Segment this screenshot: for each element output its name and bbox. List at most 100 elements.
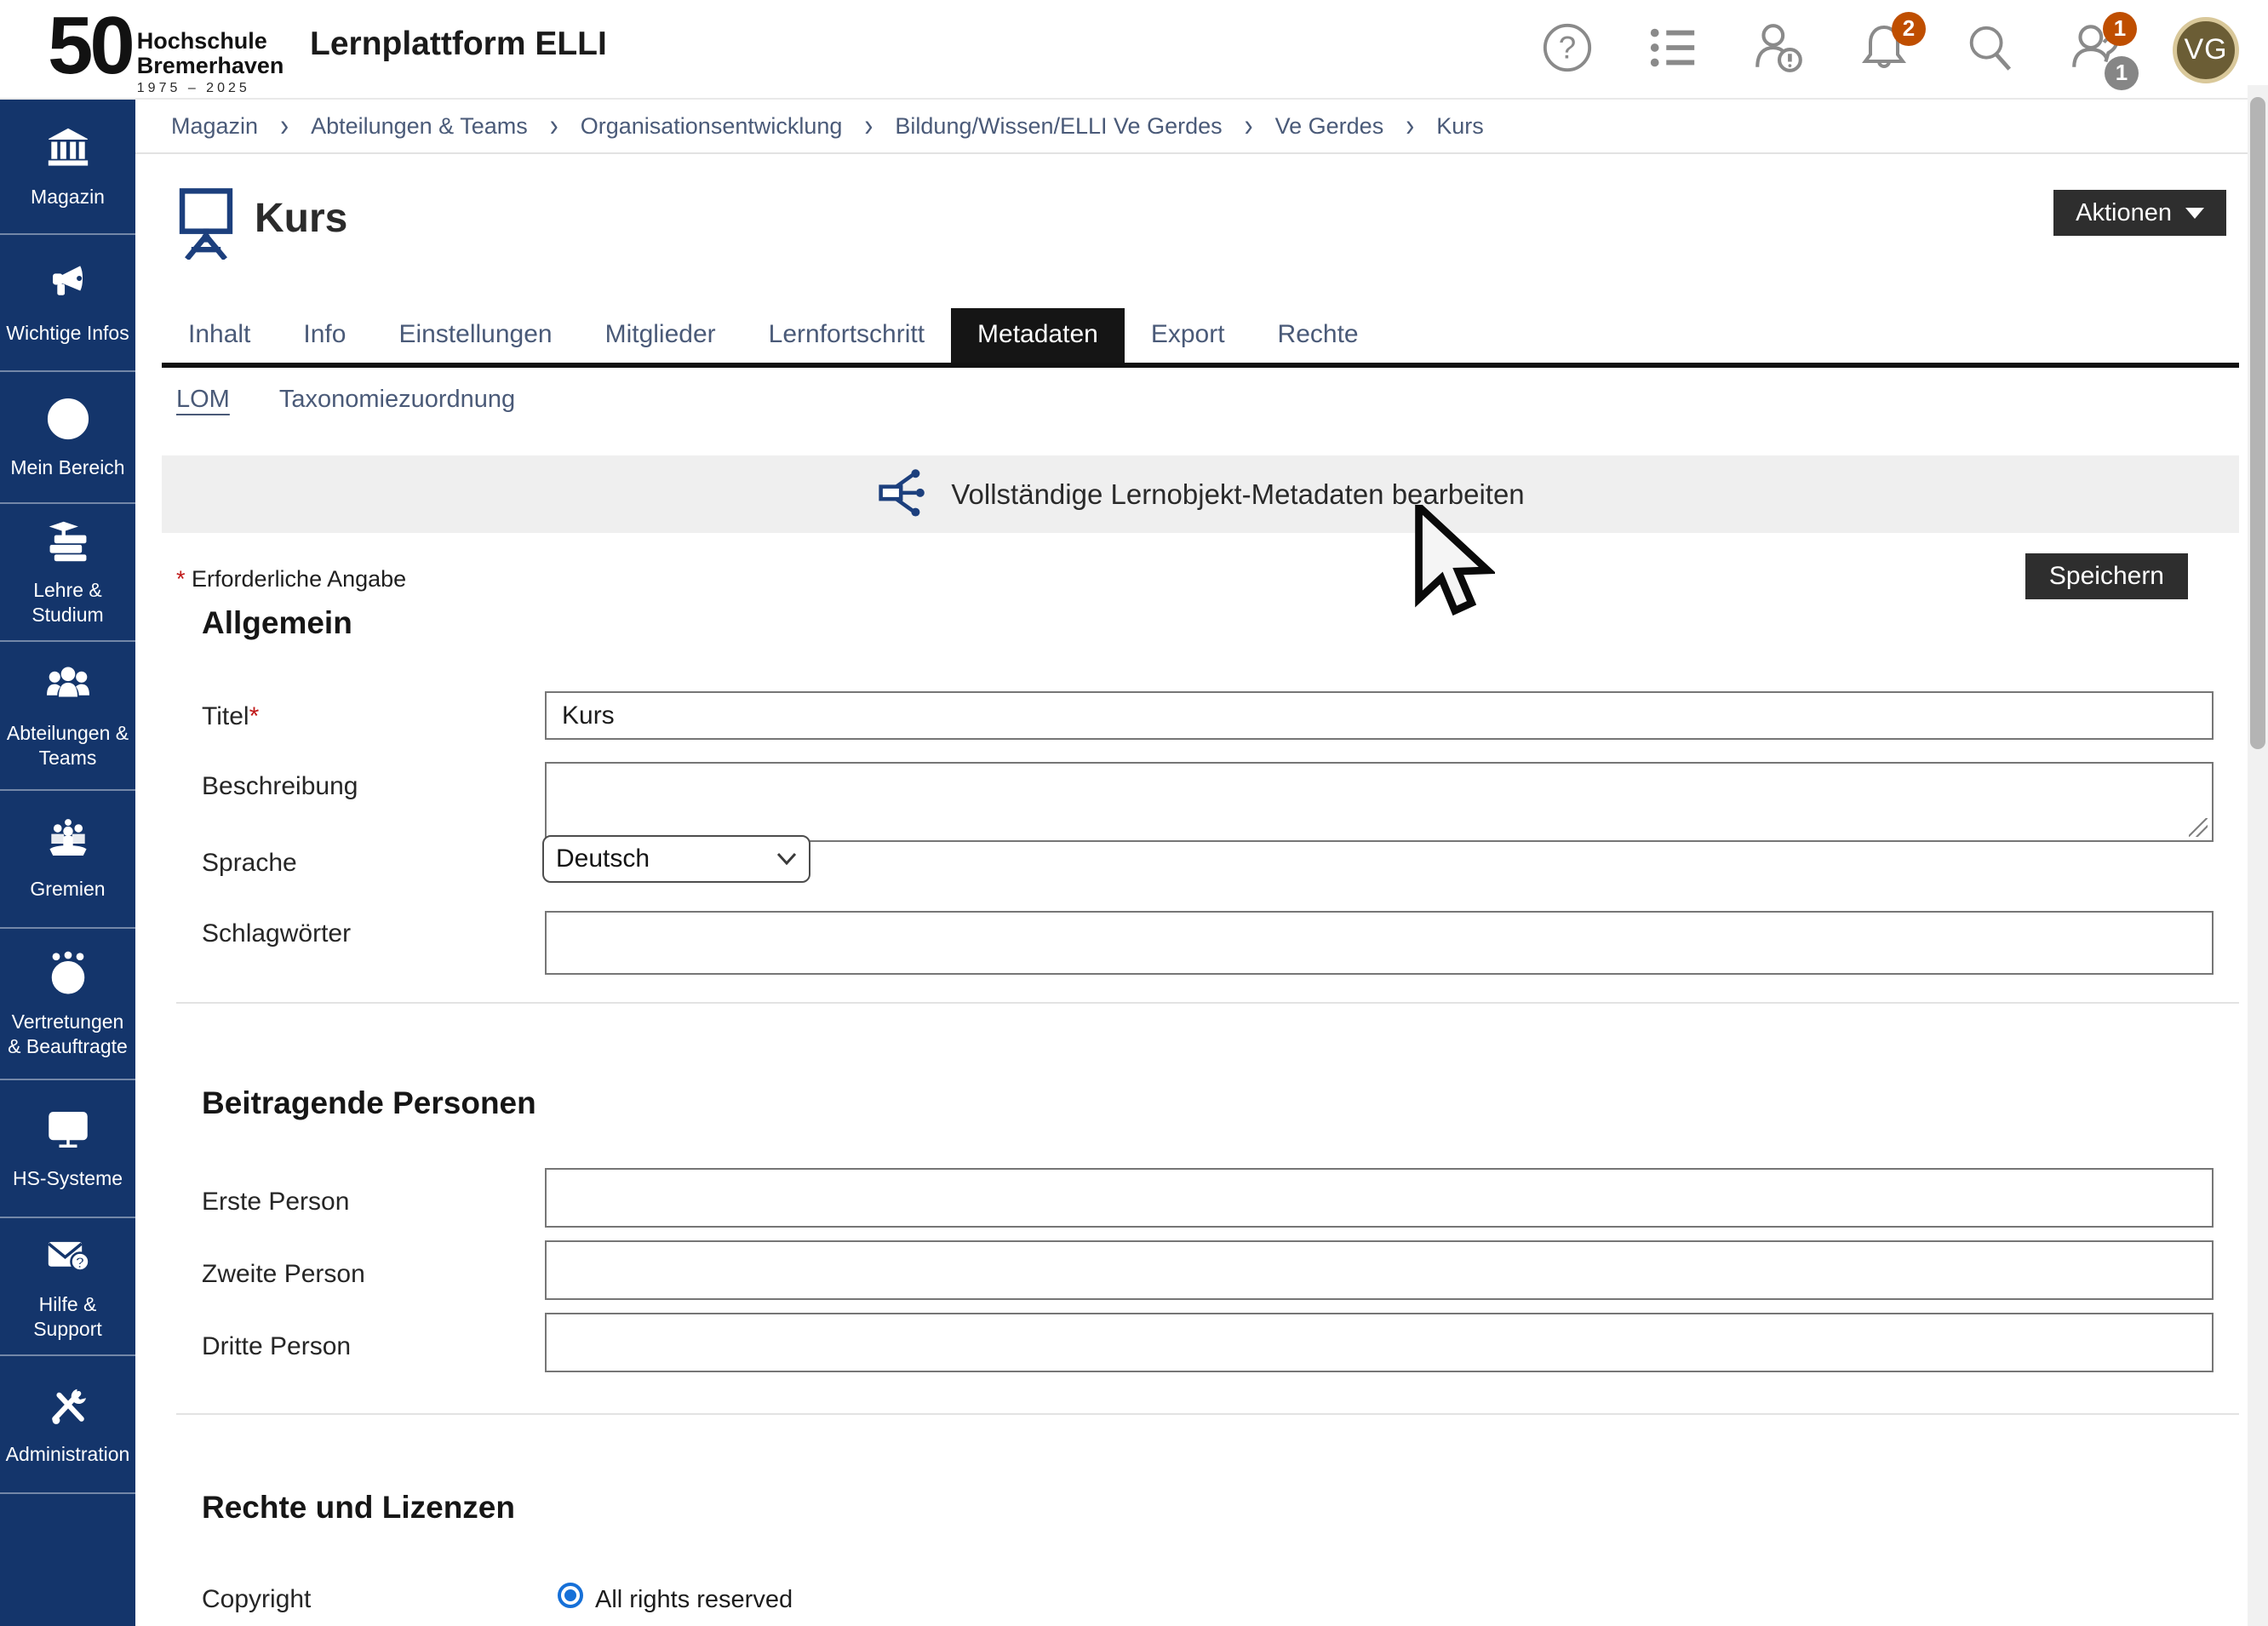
sidebar-item-label: Magazin [31, 185, 105, 209]
titel-input[interactable] [545, 691, 2214, 740]
tab-metadaten[interactable]: Metadaten [951, 308, 1125, 363]
sidebar-item-label: Vertretungen & Beauftragte [3, 1010, 132, 1059]
breadcrumb-item[interactable]: Magazin [171, 113, 258, 140]
people-group-icon [44, 661, 92, 713]
vertical-scrollbar[interactable] [2248, 85, 2268, 1626]
sidebar-item-label: HS-Systeme [13, 1166, 123, 1191]
tab-info[interactable]: Info [277, 308, 372, 363]
logo-50-text: 50 [48, 7, 132, 84]
tools-icon [44, 1382, 92, 1434]
sidebar-item-administration[interactable]: Administration [0, 1356, 135, 1494]
breadcrumb: Magazin › Abteilungen & Teams › Organisa… [135, 100, 2268, 154]
subtab-taxonomiezuordnung[interactable]: Taxonomiezuordnung [279, 386, 515, 414]
svg-text:?: ? [1559, 31, 1576, 66]
section-heading-beitragende-personen: Beitragende Personen [202, 1085, 536, 1121]
save-button[interactable]: Speichern [2025, 553, 2188, 599]
schlagwoerter-input[interactable] [545, 911, 2214, 975]
breadcrumb-item[interactable]: Abteilungen & Teams [311, 113, 528, 140]
globe-people-icon [44, 949, 92, 1001]
sidebar-item-wichtige-infos[interactable]: Wichtige Infos [0, 235, 135, 372]
course-easel-icon [173, 186, 239, 264]
sidebar-item-label: Abteilungen & Teams [3, 721, 132, 770]
actions-button-label: Aktionen [2076, 199, 2172, 227]
actions-button[interactable]: Aktionen [2053, 190, 2226, 236]
field-label-zweite-person: Zweite Person [202, 1260, 365, 1289]
tab-inhalt[interactable]: Inhalt [162, 308, 277, 363]
radio-dot [564, 1589, 576, 1601]
tab-lernfortschritt[interactable]: Lernfortschritt [742, 308, 951, 363]
zweite-person-input[interactable] [545, 1240, 2214, 1300]
sidebar-item-label: Gremien [30, 877, 105, 902]
megaphone-icon [44, 261, 92, 312]
sidebar-item-magazin[interactable]: Magazin [0, 100, 135, 235]
help-button[interactable]: ? [1539, 22, 1595, 78]
logo-line1: Hochschule [137, 29, 284, 54]
sidebar-item-gremien[interactable]: Gremien [0, 791, 135, 929]
chevron-down-icon [776, 852, 797, 866]
avatar[interactable]: VG [2173, 17, 2239, 83]
sidebar-item-abteilungen-teams[interactable]: Abteilungen & Teams [0, 642, 135, 791]
breadcrumb-item[interactable]: Kurs [1436, 113, 1484, 140]
beschreibung-textarea[interactable] [545, 762, 2214, 842]
tab-rechte[interactable]: Rechte [1251, 308, 1385, 363]
sidebar-item-vertretungen-beauftragte[interactable]: Vertretungen & Beauftragte [0, 929, 135, 1080]
tab-mitglieder[interactable]: Mitglieder [579, 308, 742, 363]
field-label-sprache: Sprache [202, 849, 297, 878]
sidebar-item-label: Hilfe & Support [3, 1292, 132, 1342]
sidebar-item-hilfe-support[interactable]: ? Hilfe & Support [0, 1218, 135, 1356]
main-content: Magazin › Abteilungen & Teams › Organisa… [135, 100, 2268, 1626]
breadcrumb-item[interactable]: Ve Gerdes [1275, 113, 1384, 140]
copyright-radio[interactable] [558, 1583, 583, 1608]
main-menu-button[interactable] [1645, 22, 1701, 78]
caret-down-icon [2185, 208, 2204, 219]
smiley-icon [44, 395, 92, 447]
subtab-bar: LOM Taxonomiezuordnung [176, 386, 515, 414]
section-heading-allgemein: Allgemein [202, 605, 352, 641]
list-icon [1647, 21, 1699, 78]
copyright-radio-label: All rights reserved [595, 1586, 793, 1614]
tab-export[interactable]: Export [1125, 308, 1251, 363]
contacts-badge-top: 1 [2103, 12, 2137, 46]
sprache-select[interactable]: Deutsch [542, 835, 810, 883]
required-hint: * Erforderliche Angabe [176, 566, 406, 593]
sidebar-item-lehre-studium[interactable]: Lehre & Studium [0, 504, 135, 642]
hochschule-bremerhaven-logo: 50 Hochschule Bremerhaven 1975 – 2025 [48, 7, 284, 96]
person-alert-icon [1750, 20, 1807, 80]
erste-person-input[interactable] [545, 1168, 2214, 1228]
app-title: Lernplattform ELLI [310, 26, 607, 63]
sidebar-empty-space [0, 1494, 135, 1626]
edit-full-metadata-banner[interactable]: Vollständige Lernobjekt-Metadaten bearbe… [162, 455, 2239, 533]
logo-years: 1975 – 2025 [137, 81, 284, 96]
committee-icon [44, 816, 92, 868]
sidebar-item-hs-systeme[interactable]: *** HS-Systeme [0, 1080, 135, 1218]
scrollbar-thumb[interactable] [2250, 97, 2265, 749]
who-is-online-button[interactable] [1750, 22, 1807, 78]
search-button[interactable] [1962, 22, 2018, 78]
sidebar-item-label: Administration [6, 1442, 130, 1467]
search-icon [1963, 21, 2016, 78]
tab-bar: Inhalt Info Einstellungen Mitglieder Ler… [162, 312, 2239, 368]
field-label-dritte-person: Dritte Person [202, 1332, 351, 1361]
subtab-lom[interactable]: LOM [176, 386, 230, 414]
textarea-resize-grip[interactable] [2189, 818, 2208, 837]
breadcrumb-item[interactable]: Organisationsentwicklung [581, 113, 843, 140]
notifications-button[interactable]: 2 [1856, 22, 1912, 78]
banner-label: Vollständige Lernobjekt-Metadaten bearbe… [951, 478, 1524, 511]
logo-line2: Bremerhaven [137, 54, 284, 78]
field-label-copyright: Copyright [202, 1585, 311, 1614]
contacts-button[interactable]: 1 1 [2067, 22, 2123, 78]
sidebar-item-label: Mein Bereich [10, 455, 124, 480]
chevron-right-icon: › [280, 108, 289, 145]
required-asterisk: * [249, 702, 260, 730]
tab-einstellungen[interactable]: Einstellungen [372, 308, 578, 363]
section-divider [176, 1002, 2239, 1004]
node-hub-icon [876, 467, 929, 521]
mail-question-icon: ? [44, 1232, 92, 1284]
breadcrumb-item[interactable]: Bildung/Wissen/ELLI Ve Gerdes [895, 113, 1222, 140]
page-title: Kurs [255, 195, 347, 242]
sidebar-item-mein-bereich[interactable]: Mein Bereich [0, 372, 135, 504]
sidebar-nav: Magazin Wichtige Infos Mein Bereich Lehr… [0, 100, 135, 1626]
required-asterisk: * [176, 566, 186, 592]
notifications-badge: 2 [1892, 12, 1926, 46]
dritte-person-input[interactable] [545, 1313, 2214, 1372]
